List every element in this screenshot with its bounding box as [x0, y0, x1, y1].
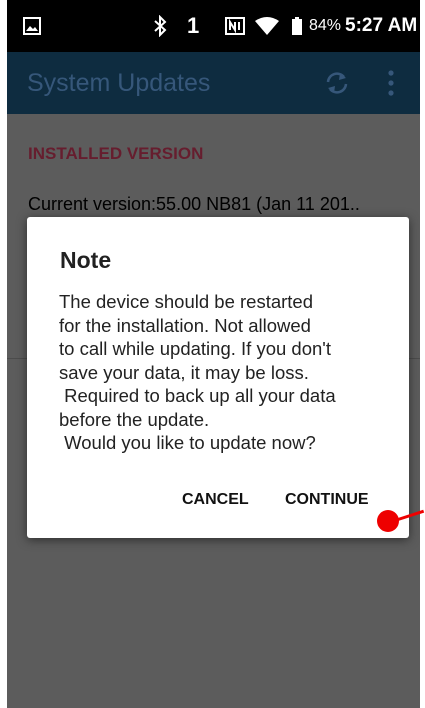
current-version-text: Current version:55.00 NB81 (Jan 11 201..	[28, 194, 360, 214]
wifi-icon	[255, 0, 279, 52]
continue-button[interactable]: CONTINUE	[285, 491, 369, 509]
dialog-title: Note	[60, 247, 112, 273]
installed-version-header: INSTALLED VERSION	[28, 144, 204, 163]
app-bar: System Updates	[7, 52, 420, 114]
gallery-notification-icon	[23, 0, 41, 52]
phone-screen: 1 84% 5:27 AM System Updates INSTALLED V…	[7, 0, 420, 708]
app-title: System Updates	[27, 68, 211, 97]
battery-percent: 84%	[309, 17, 342, 34]
refresh-icon[interactable]	[323, 69, 351, 97]
clock: 5:27 AM	[345, 15, 418, 36]
cancel-button[interactable]: CANCEL	[182, 491, 249, 509]
more-vert-icon[interactable]	[387, 68, 395, 98]
note-dialog: Note The device should be restarted for …	[27, 217, 409, 538]
bluetooth-icon	[153, 0, 167, 52]
nfc-icon	[225, 0, 245, 52]
dialog-message: The device should be restarted for the i…	[59, 291, 336, 453]
sim-indicator: 1	[187, 13, 200, 38]
tap-marker	[377, 510, 399, 532]
battery-icon	[292, 0, 302, 52]
status-bar: 1 84% 5:27 AM	[7, 0, 420, 52]
